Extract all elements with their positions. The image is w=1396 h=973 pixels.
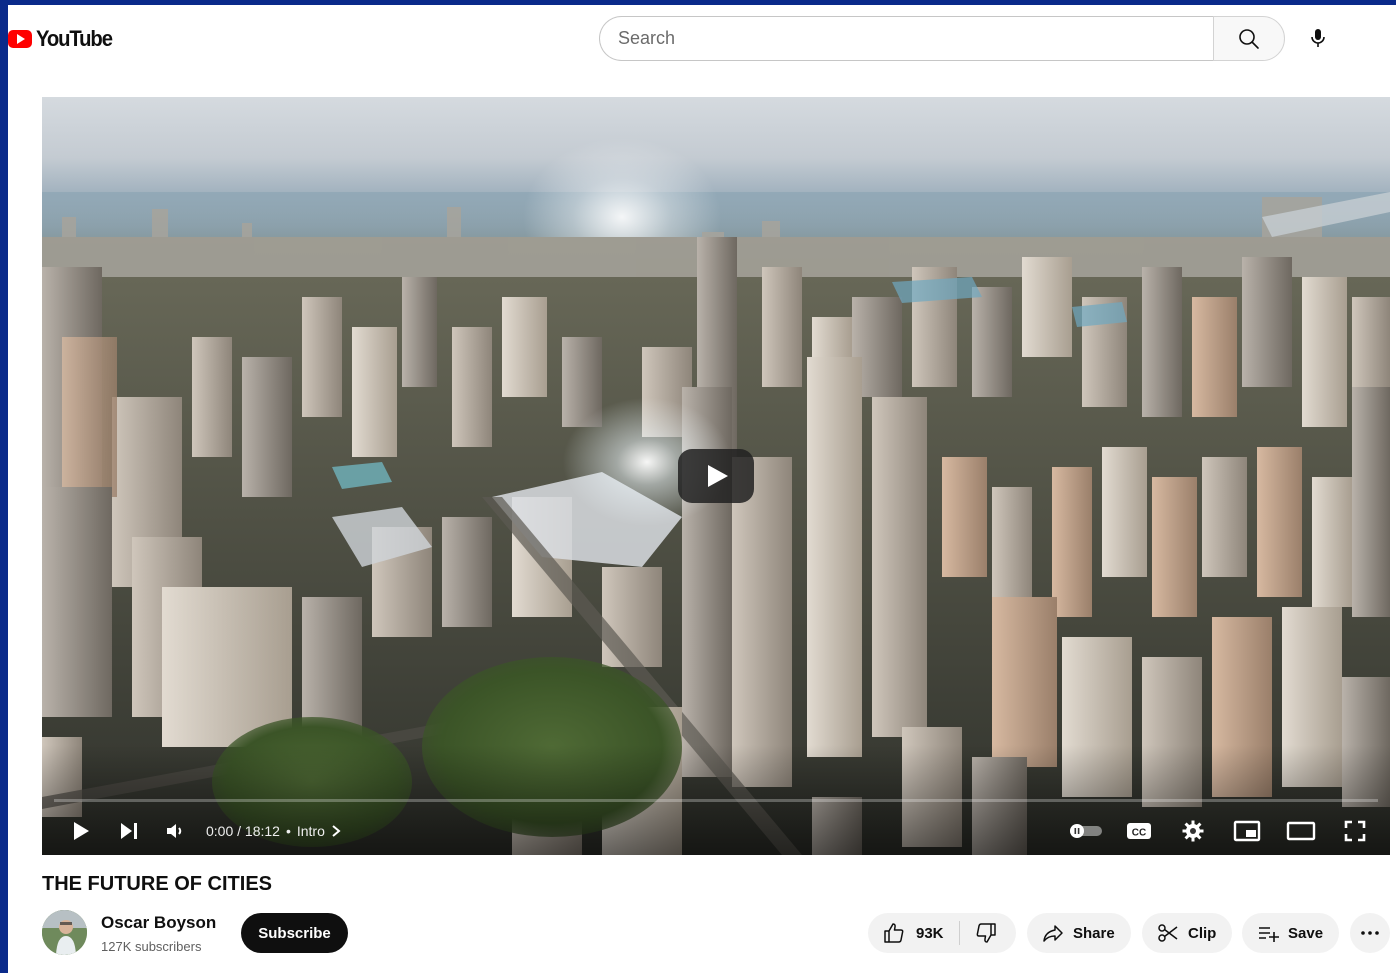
chapter-label: Intro [296,823,325,839]
miniplayer-icon [1233,820,1261,842]
like-button[interactable]: 93K [868,913,959,953]
voice-search-button[interactable] [1298,18,1338,58]
miniplayer-button[interactable] [1220,811,1274,851]
youtube-play-logo-icon [8,30,32,48]
youtube-logo[interactable]: YouTube [8,26,118,51]
video-player[interactable]: 0:00 / 18:12 • Intro CC [42,97,1390,855]
search-bar [599,16,1285,61]
time-text: 0:00 / 18:12 [206,823,280,839]
clip-label: Clip [1188,924,1217,942]
play-button[interactable] [54,811,106,851]
next-button[interactable] [106,811,152,851]
dislike-button[interactable] [960,913,1016,953]
more-actions-button[interactable] [1350,913,1390,953]
player-controls: 0:00 / 18:12 • Intro CC [42,811,1390,851]
search-button[interactable] [1213,16,1285,61]
player-right-controls: CC [1060,811,1382,851]
settings-icon [1182,820,1204,842]
fullscreen-button[interactable] [1328,811,1382,851]
mic-icon [1311,29,1325,47]
autoplay-toggle[interactable] [1060,811,1112,851]
search-input[interactable] [599,16,1213,61]
logo-text: YouTube [36,26,113,51]
play-icon [74,822,89,840]
more-horizontal-icon [1361,931,1379,935]
chapter-separator: • [285,823,291,839]
save-label: Save [1288,924,1324,942]
progress-bar[interactable] [54,799,1378,802]
search-icon [1239,28,1259,49]
theater-icon [1286,821,1316,841]
chevron-right-icon [332,825,341,837]
fullscreen-icon [1344,820,1366,842]
volume-icon [167,824,182,838]
thumbs-up-icon [884,923,904,943]
share-button[interactable]: Share [1027,913,1131,953]
channel-name[interactable]: Oscar Boyson [101,913,216,933]
save-button[interactable]: Save [1242,913,1340,953]
subscriber-count: 127K subscribers [101,939,202,954]
scissors-icon [1158,924,1178,942]
share-icon [1043,925,1063,942]
thumbs-down-icon [976,923,996,943]
time-display: 0:00 / 18:12 • Intro [206,823,341,839]
save-playlist-icon [1259,927,1279,942]
subscribe-button[interactable]: Subscribe [241,913,348,953]
cc-icon: CC [1127,823,1151,839]
next-icon [121,823,137,839]
chapter-button[interactable]: Intro [297,823,341,839]
autoplay-toggle-icon [1070,824,1102,838]
browser-frame: YouTube Search 0:00 / 18:12 • Intro CC T… [8,5,1396,973]
like-count: 93K [916,924,944,942]
volume-button[interactable] [152,811,198,851]
avatar-image [42,910,87,955]
settings-button[interactable] [1166,811,1220,851]
large-play-button[interactable] [678,449,754,503]
clip-button[interactable]: Clip [1142,913,1233,953]
share-label: Share [1073,924,1115,942]
subtitles-button[interactable]: CC [1112,811,1166,851]
video-title: THE FUTURE OF CITIES [42,873,272,895]
theater-mode-button[interactable] [1274,811,1328,851]
like-dislike-group: 93K [868,913,1016,953]
channel-avatar[interactable] [42,910,87,955]
svg-text:CC: CC [1132,828,1146,839]
